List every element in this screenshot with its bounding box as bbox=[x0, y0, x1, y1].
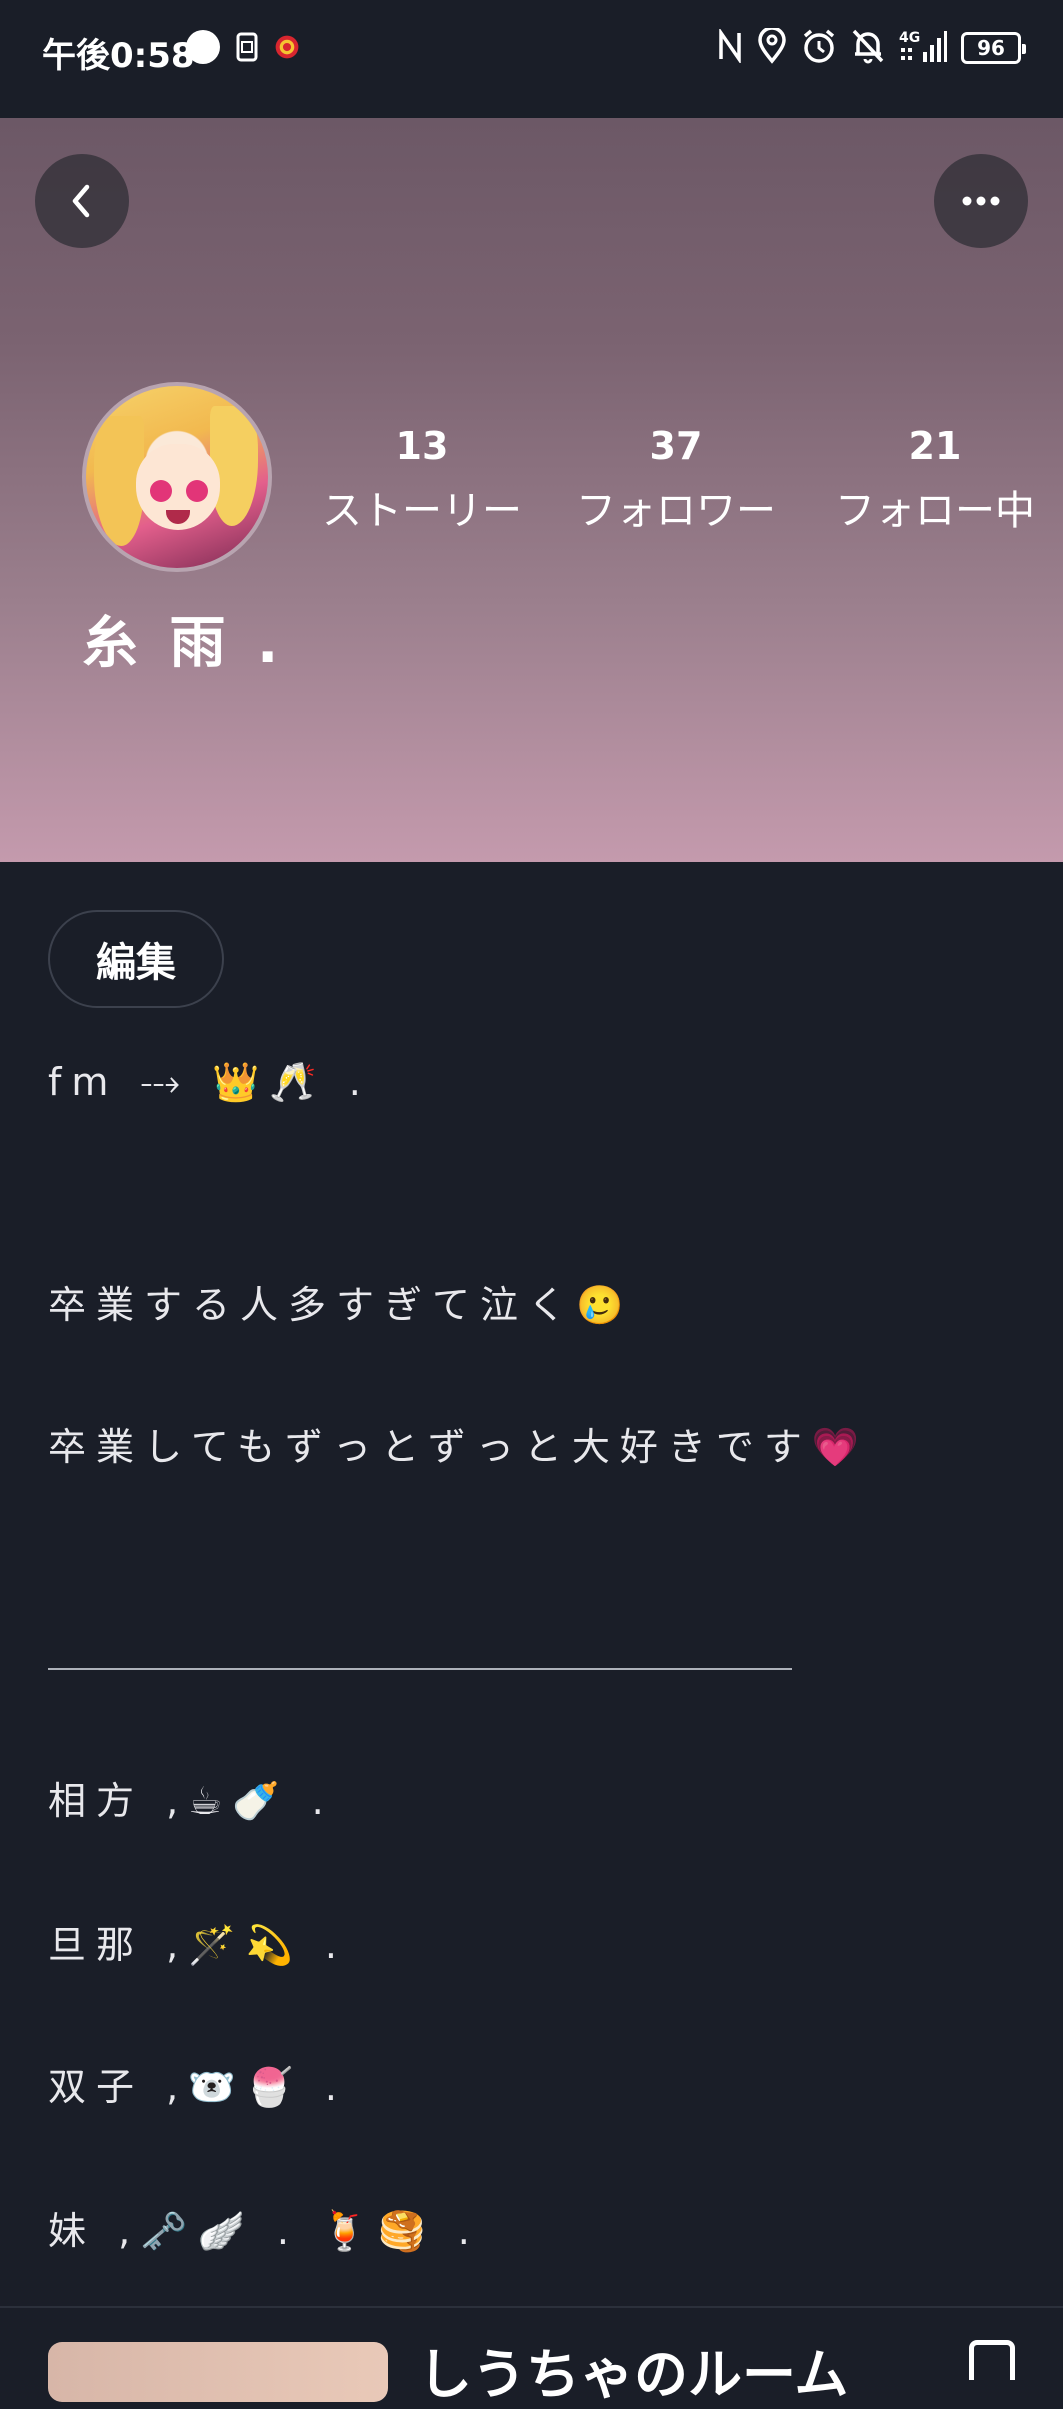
more-horizontal-icon bbox=[962, 196, 1000, 206]
section-divider bbox=[0, 2306, 1063, 2308]
stories-count: 13 bbox=[395, 424, 449, 468]
following-label: フォロー中 bbox=[835, 488, 1035, 534]
bio-line: 双子 ,🐻‍❄️🍧 . bbox=[48, 2065, 347, 2109]
status-time: 午後0:58 bbox=[42, 36, 195, 76]
status-left-icons bbox=[186, 30, 300, 64]
bio-line: 旦那 ,🪄💫 . bbox=[48, 1923, 347, 1967]
edit-profile-button[interactable]: 編集 bbox=[48, 910, 224, 1008]
stories-label: ストーリー bbox=[322, 488, 522, 534]
stories-stat[interactable]: 13 ストーリー bbox=[312, 424, 532, 536]
followers-count: 37 bbox=[649, 424, 703, 468]
bio-line: fm ⤏ 👑🥂 . bbox=[48, 1060, 371, 1104]
alarm-icon bbox=[801, 28, 837, 68]
record-dot-icon bbox=[186, 30, 220, 64]
bio-line: 相方 ,☕🍼 . bbox=[48, 1779, 334, 1823]
chevron-left-icon bbox=[72, 184, 90, 218]
back-button[interactable] bbox=[35, 154, 129, 248]
sim-icon bbox=[234, 31, 260, 63]
avatar[interactable] bbox=[82, 382, 272, 572]
location-icon bbox=[757, 26, 787, 68]
status-bar: 午後0:58 4G 96 bbox=[0, 0, 1063, 118]
room-action-icon[interactable] bbox=[969, 2340, 1015, 2380]
bio-line: 卒業してもずっとずっと大好きです💗 bbox=[48, 1425, 870, 1469]
following-stat[interactable]: 21 フォロー中 bbox=[820, 424, 1050, 536]
followers-label: フォロワー bbox=[576, 488, 776, 534]
room-thumbnail[interactable] bbox=[48, 2342, 388, 2402]
bio-divider bbox=[48, 1668, 792, 1670]
app-notification-icon bbox=[274, 31, 300, 63]
signal-4g-icon: 4G bbox=[899, 28, 947, 68]
svg-text:4G: 4G bbox=[899, 30, 920, 46]
nfc-icon bbox=[717, 27, 743, 67]
room-title[interactable]: しうちゃのルーム bbox=[418, 2330, 848, 2409]
display-name: 糸 雨 . bbox=[82, 611, 285, 676]
battery-icon: 96 bbox=[961, 32, 1026, 64]
bio-line: 卒業する人多すぎて泣く🥲 bbox=[48, 1283, 634, 1327]
more-options-button[interactable] bbox=[934, 154, 1028, 248]
status-right-icons: 4G 96 bbox=[717, 26, 1026, 68]
followers-stat[interactable]: 37 フォロワー bbox=[566, 424, 786, 536]
profile-header-banner: 13 ストーリー 37 フォロワー 21 フォロー中 糸 雨 . bbox=[0, 118, 1063, 862]
following-count: 21 bbox=[908, 424, 962, 468]
bell-off-icon bbox=[851, 28, 885, 68]
bio-line: 妹 ,🗝️🪽 . 🍹🥞 . bbox=[48, 2209, 480, 2253]
